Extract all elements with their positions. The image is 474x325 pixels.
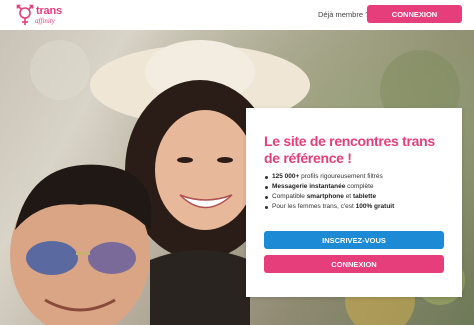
- card-login-button[interactable]: CONNEXION: [264, 255, 444, 273]
- top-navbar: trans affinity Déjà membre ? CONNEXION: [0, 0, 474, 30]
- signup-card: Le site de rencontres trans de référence…: [246, 108, 462, 297]
- card-title: Le site de rencontres trans de référence…: [264, 133, 435, 166]
- already-member-text: Déjà membre ?: [318, 10, 370, 19]
- site-logo[interactable]: trans affinity: [16, 3, 76, 27]
- signup-button[interactable]: INSCRIVEZ-VOUS: [264, 231, 444, 249]
- transgender-symbol-icon: [16, 4, 34, 25]
- feature-item: Compatible smartphone et tablette: [264, 192, 454, 202]
- logo-text-affinity: affinity: [35, 17, 55, 25]
- feature-item: Pour les femmes trans, c'est 100% gratui…: [264, 202, 454, 212]
- feature-item: 125 000+ profils rigoureusement filtrés: [264, 172, 454, 182]
- feature-list: 125 000+ profils rigoureusement filtrés …: [264, 172, 454, 212]
- hero-photo: Le site de rencontres trans de référence…: [0, 30, 474, 325]
- logo-text-trans: trans: [36, 5, 62, 17]
- header-login-button[interactable]: CONNEXION: [367, 5, 462, 23]
- feature-item: Messagerie instantanée complète: [264, 182, 454, 192]
